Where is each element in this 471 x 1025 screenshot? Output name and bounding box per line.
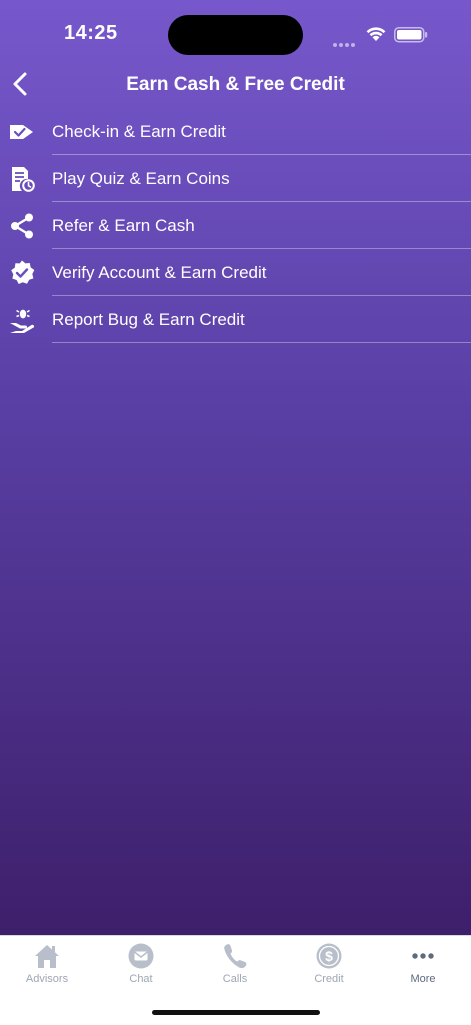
tab-advisors[interactable]: Advisors xyxy=(0,942,94,992)
dollar-coin-icon: $ xyxy=(316,943,342,969)
menu-item-label: Play Quiz & Earn Coins xyxy=(52,169,230,188)
status-bar: 14:25 xyxy=(0,0,471,60)
hand-bug-icon xyxy=(10,309,35,333)
tab-label: Chat xyxy=(129,973,153,985)
tab-more[interactable]: More xyxy=(376,942,470,992)
menu-item-refer[interactable]: Refer & Earn Cash xyxy=(0,202,471,249)
check-in-arrow-icon xyxy=(10,125,33,139)
app-screen: 14:25 Earn Cash & Free Credit Check-in &… xyxy=(0,0,471,935)
menu-item-label: Report Bug & Earn Credit xyxy=(52,310,245,329)
menu-item-verify-account[interactable]: Verify Account & Earn Credit xyxy=(0,249,471,296)
share-icon xyxy=(11,213,33,239)
tab-label: More xyxy=(410,973,436,985)
menu-item-play-quiz[interactable]: Play Quiz & Earn Coins xyxy=(0,155,471,202)
battery-icon xyxy=(394,27,428,43)
verified-badge-icon xyxy=(11,260,35,284)
cellular-signal-icon xyxy=(333,34,357,52)
chat-icon xyxy=(128,943,154,969)
menu-item-report-bug[interactable]: Report Bug & Earn Credit xyxy=(0,296,471,343)
divider xyxy=(52,342,471,343)
tab-chat[interactable]: Chat xyxy=(94,942,188,992)
wifi-icon xyxy=(366,27,386,41)
tab-label: Credit xyxy=(314,973,344,985)
menu-item-label: Refer & Earn Cash xyxy=(52,216,195,235)
home-icon xyxy=(35,945,59,968)
tab-credit[interactable]: $ Credit xyxy=(282,942,376,992)
tab-calls[interactable]: Calls xyxy=(188,942,282,992)
svg-text:$: $ xyxy=(325,948,333,964)
tab-label: Calls xyxy=(222,973,248,985)
menu-item-label: Verify Account & Earn Credit xyxy=(52,263,267,282)
quiz-document-icon xyxy=(12,167,35,192)
home-indicator[interactable] xyxy=(152,1010,320,1015)
more-dots-icon xyxy=(412,953,434,959)
phone-icon xyxy=(224,944,247,969)
menu-item-check-in[interactable]: Check-in & Earn Credit xyxy=(0,108,471,155)
menu-item-label: Check-in & Earn Credit xyxy=(52,122,226,141)
earn-options-list: Check-in & Earn Credit Play Quiz & Earn … xyxy=(0,108,471,343)
dynamic-island xyxy=(168,15,303,55)
status-time: 14:25 xyxy=(64,22,118,44)
page-title: Earn Cash & Free Credit xyxy=(126,74,345,95)
tab-label: Advisors xyxy=(25,973,69,985)
navigation-bar: Earn Cash & Free Credit xyxy=(0,62,471,106)
